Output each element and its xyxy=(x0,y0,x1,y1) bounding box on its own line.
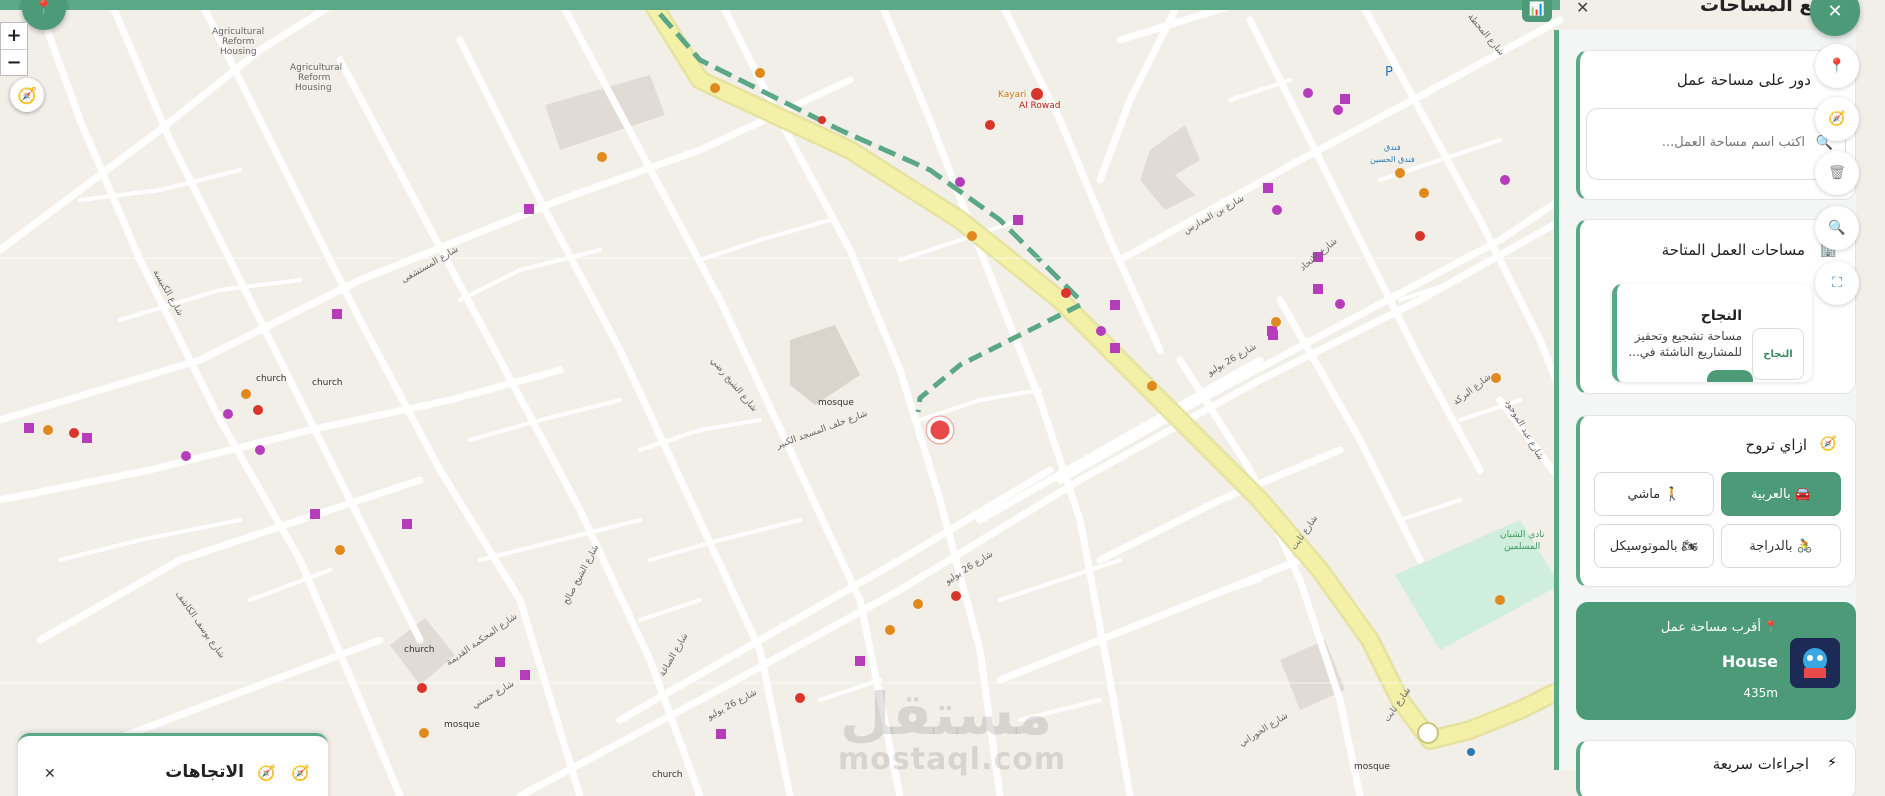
mode-bike-button[interactable]: بالدراجة 🚴 xyxy=(1721,524,1841,568)
poi-label: نادي الشبان xyxy=(1500,530,1545,540)
pin-icon: 📍 xyxy=(1764,620,1778,633)
mode-motorcycle-button[interactable]: بالموتوسيكل 🏍 xyxy=(1594,524,1714,568)
motorcycle-icon: 🏍 xyxy=(1681,538,1699,554)
available-workspaces-title: مساحات العمل المتاحة xyxy=(1661,241,1805,259)
car-icon: 🚘 xyxy=(1794,486,1811,502)
nearest-name: House xyxy=(1721,652,1778,671)
nearest-workspace-card[interactable]: أقرب مساحة عمل 📍 House 435m xyxy=(1576,602,1856,720)
poi-label: Kayari xyxy=(998,90,1027,100)
compass-icon: 🧭 xyxy=(291,764,310,782)
compass-icon: 🧭 xyxy=(1819,436,1837,452)
nearest-thumbnail xyxy=(1790,638,1840,688)
rail-delete-button[interactable]: 🗑 xyxy=(1815,151,1859,195)
map-label: Housing xyxy=(295,83,332,93)
workspace-description: مساحة تشجيع وتحفيز للمشاريع الناشئة في..… xyxy=(1628,329,1742,359)
rail-compass-button[interactable]: 🧭 xyxy=(1815,97,1859,141)
workspace-search-input[interactable] xyxy=(1605,135,1805,150)
workspace-item[interactable]: النجاح النجاح مساحة تشجيع وتحفيز للمشاري… xyxy=(1612,284,1812,382)
panel-small-close-button[interactable]: ✕ xyxy=(1576,0,1589,17)
mode-walk-label: ماشي xyxy=(1627,486,1661,502)
poi-label: mosque xyxy=(444,720,480,730)
watermark-sub: mostaql.com xyxy=(838,742,1067,777)
travel-mode-title: ازاي تروح xyxy=(1745,436,1807,454)
nearest-distance: 435m xyxy=(1743,686,1778,700)
mode-walk-button[interactable]: ماشي 🚶 xyxy=(1594,472,1714,516)
rail-search-button[interactable]: 🔍 xyxy=(1815,206,1859,250)
bar-chart-icon: 📊 xyxy=(1528,1,1546,17)
map-pin-icon: 📍 xyxy=(35,0,53,16)
rail-location-button[interactable]: 📍 xyxy=(1815,44,1859,88)
compass-icon: 🧭 xyxy=(257,764,276,782)
mode-motorcycle-label: بالموتوسيكل xyxy=(1609,538,1678,554)
poi-label: church xyxy=(256,374,287,384)
search-icon: 🔍 xyxy=(1828,220,1846,236)
map-label: Reform xyxy=(222,37,255,47)
poi-label: church xyxy=(312,378,343,388)
fullscreen-icon: ⛶ xyxy=(1832,275,1842,291)
lightning-icon: ⚡ xyxy=(1827,755,1837,771)
directions-panel: ✕ الاتجاهات 🧭 🧭 xyxy=(18,733,328,796)
quick-actions-card: اجراءات سريعة ⚡ xyxy=(1576,740,1856,796)
bike-icon: 🚴 xyxy=(1796,538,1813,554)
zoom-out-button[interactable]: − xyxy=(1,49,27,75)
quick-actions-title: اجراءات سريعة xyxy=(1712,755,1809,773)
stats-button[interactable]: 📊 xyxy=(1522,0,1552,22)
map-label: Reform xyxy=(298,73,331,83)
map-label: Agricultural xyxy=(290,63,343,73)
workspace-action-button[interactable] xyxy=(1707,370,1753,382)
map-label: Agricultural xyxy=(212,27,265,37)
poi-label: church xyxy=(652,770,683,780)
watermark-main: مستقل xyxy=(840,680,1053,748)
search-box: 🔍 xyxy=(1586,108,1846,180)
poi-label: mosque xyxy=(818,398,854,408)
compass-button[interactable]: 🧭 xyxy=(10,78,44,112)
mode-car-label: بالعربية xyxy=(1751,486,1791,502)
map-pin-icon: 📍 xyxy=(1828,58,1846,74)
trash-icon: 🗑 xyxy=(1828,165,1846,181)
mode-bike-label: بالدراجة xyxy=(1749,538,1793,554)
workspace-name: النجاح xyxy=(1700,308,1742,324)
svg-text:P: P xyxy=(1385,65,1393,80)
close-icon: ✕ xyxy=(1827,0,1843,22)
poi-label: church xyxy=(404,645,435,655)
rail-fullscreen-button[interactable]: ⛶ xyxy=(1815,261,1859,305)
compass-icon: 🧭 xyxy=(17,85,37,105)
search-card-title: دور على مساحة عمل xyxy=(1676,71,1811,89)
poi-label: Al Rowad xyxy=(1019,101,1061,111)
poi-label: فندق xyxy=(1384,143,1401,152)
zoom-in-button[interactable]: + xyxy=(1,23,27,49)
walk-icon: 🚶 xyxy=(1664,486,1681,502)
mode-car-button[interactable]: بالعربية 🚘 xyxy=(1721,472,1841,516)
nearest-title: أقرب مساحة عمل xyxy=(1660,620,1761,635)
top-accent-bar xyxy=(0,0,1560,10)
directions-title: الاتجاهات xyxy=(165,762,244,782)
workspace-logo: النجاح xyxy=(1752,328,1804,380)
directions-close-button[interactable]: ✕ xyxy=(44,766,56,782)
compass-icon: 🧭 xyxy=(1828,111,1846,127)
map-label: Housing xyxy=(220,47,257,57)
poi-label: mosque xyxy=(1354,762,1390,772)
poi-label: المسلمين xyxy=(1504,542,1541,552)
zoom-control: + − xyxy=(0,22,28,76)
poi-label: فندق الحسين xyxy=(1370,155,1415,164)
